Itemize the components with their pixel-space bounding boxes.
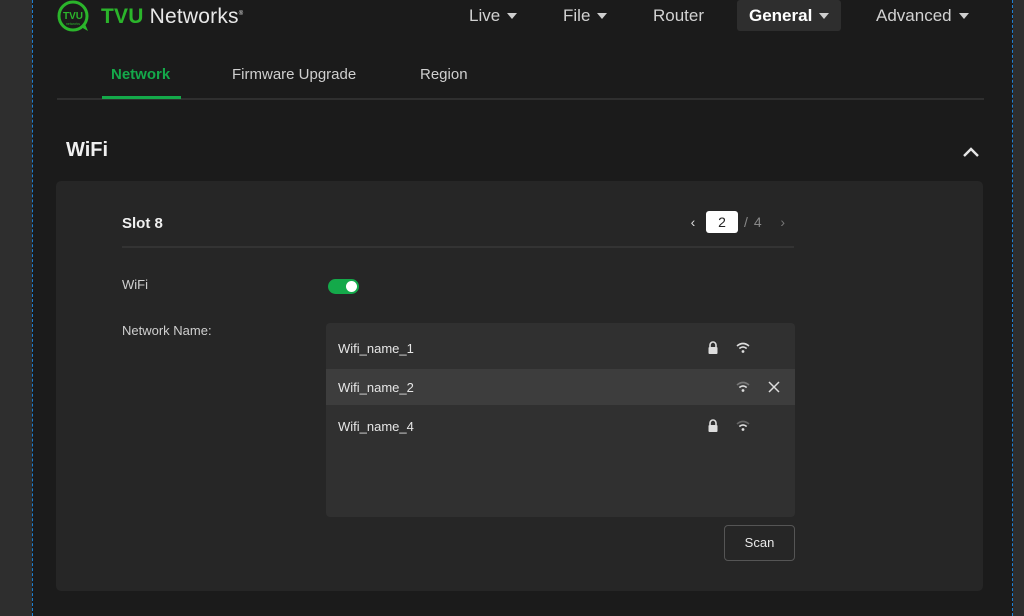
tab-region[interactable]: Region [420,60,468,100]
page-separator: / [744,214,748,230]
active-tab-indicator [102,96,181,99]
caret-down-icon [958,12,969,19]
nav-file-label: File [563,5,591,25]
brand-logo[interactable]: TVU networks TVU Networks® [57,0,243,34]
caret-down-icon [819,12,830,19]
page-total: 4 [753,214,762,230]
tvu-logo-icon: TVU networks [57,0,89,32]
network-name: Wifi_name_2 [338,379,414,395]
tab-network[interactable]: Network [111,60,170,100]
chevron-up-icon[interactable] [961,142,981,162]
nav-file[interactable]: File [563,0,608,31]
section-title: WiFi [66,139,109,161]
wifi-icon [736,381,750,392]
nav-advanced[interactable]: Advanced [876,0,969,31]
network-name: Wifi_name_4 [338,418,414,434]
nav-advanced-label: Advanced [876,5,952,25]
lock-icon [708,341,718,354]
caret-down-icon [507,12,518,19]
network-list: Wifi_name_1 Wifi_name_2 Wifi_name_4 [326,323,795,517]
wifi-icon [736,420,750,431]
page-current-input[interactable]: 2 [706,211,738,233]
nav-router[interactable]: Router [653,0,704,31]
page-container: TVU networks TVU Networks® Live File Rou… [32,0,1013,616]
list-item[interactable]: Wifi_name_4 [326,408,795,444]
settings-tabs: Network Firmware Upgrade Region [57,60,984,100]
toggle-knob [346,281,357,292]
divider [122,246,794,248]
nav-general[interactable]: General [737,0,842,31]
slot-pager: ‹ 2 / 4 › [686,211,790,233]
nav-general-label: General [749,5,813,25]
brand-name: TVU Networks® [101,5,244,28]
chevron-right-icon[interactable]: › [776,211,790,233]
close-icon[interactable] [766,379,782,395]
nav-live-label: Live [469,5,501,25]
slot-title: Slot 8 [122,215,163,232]
list-item[interactable]: Wifi_name_1 [326,330,795,366]
tab-firmware-upgrade[interactable]: Firmware Upgrade [232,60,356,100]
svg-text:networks: networks [66,22,80,26]
list-item[interactable]: Wifi_name_2 [326,369,795,405]
lock-icon [708,419,718,432]
network-name: Wifi_name_1 [338,340,414,356]
nav-live[interactable]: Live [469,0,518,31]
scan-button[interactable]: Scan [724,525,795,561]
wifi-label: WiFi [122,277,148,292]
svg-text:TVU: TVU [63,11,83,22]
nav-router-label: Router [653,5,705,25]
chevron-left-icon[interactable]: ‹ [686,211,700,233]
network-name-label: Network Name: [122,323,212,338]
caret-down-icon [597,12,608,19]
wifi-toggle[interactable] [328,279,359,294]
wifi-icon [736,342,750,353]
wifi-card: Slot 8 ‹ 2 / 4 › WiFi Network Name: Wifi… [56,181,983,591]
